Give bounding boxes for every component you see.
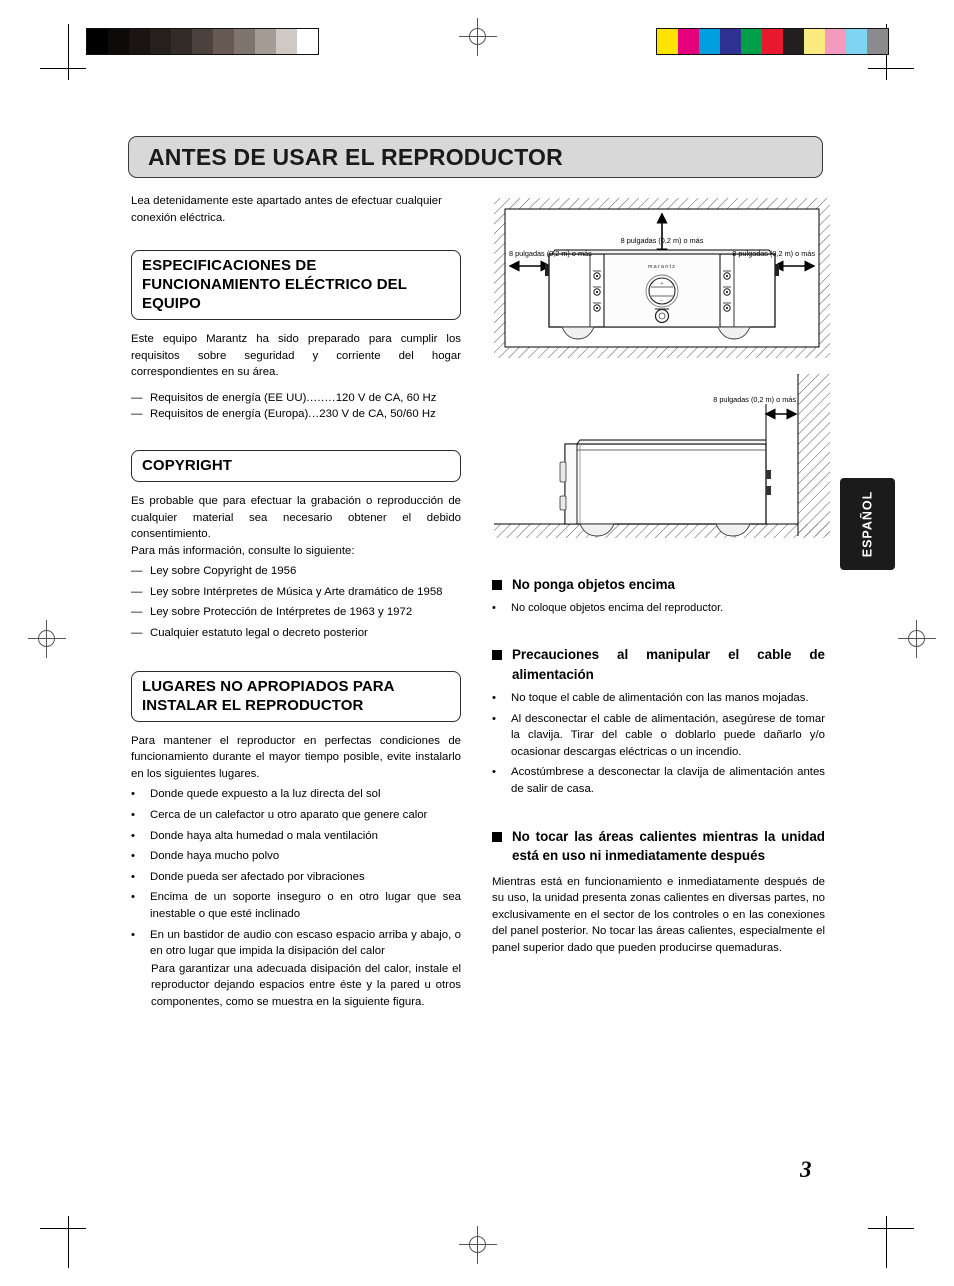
spec-label: Requisitos de energía (EE UU) — [150, 391, 307, 404]
spec-label: Requisitos de energía (Europa) — [150, 408, 309, 421]
dash-marker: — — [131, 565, 143, 578]
list-item: — Cualquier estatuto legal o decreto pos… — [131, 625, 461, 642]
clearance-label-top: 8 pulgadas (0,2 m) o más — [621, 236, 704, 245]
no-objects-list: • No coloque objetos encima del reproduc… — [492, 600, 825, 617]
section-heading-power-cable: Precauciones al manipular el cable de al… — [492, 645, 825, 684]
diagram-side-view: 8 pulgadas (0,2 m) o más — [494, 374, 830, 538]
placement-avoid-list: • Donde quede expuesto a la luz directa … — [131, 786, 461, 959]
dash-marker: — — [131, 627, 143, 640]
placement-heat-note: Para garantizar una adecuada disipación … — [151, 962, 461, 1008]
bullet-marker: • — [492, 601, 496, 614]
list-item: • Donde quede expuesto a la luz directa … — [131, 786, 461, 803]
section-heading-placement: LUGARES NO APROPIADOS PARA INSTALAR EL R… — [131, 670, 461, 722]
section-heading-label: Precauciones al manipular el cable de al… — [512, 647, 825, 682]
page-title-bar: ANTES DE USAR EL REPRODUCTOR — [128, 136, 823, 178]
bullet-marker: • — [131, 788, 135, 801]
document-page: ANTES DE USAR EL REPRODUCTOR Lea detenid… — [0, 0, 954, 1286]
list-item-label: Donde haya alta humedad o mala ventilaci… — [150, 829, 378, 842]
power-spec-list: — Requisitos de energía (EE UU) ........… — [131, 390, 461, 423]
list-item: • Al desconectar el cable de alimentació… — [492, 711, 825, 761]
intro-paragraph: Lea detenidamente este apartado antes de… — [131, 195, 442, 224]
bullet-marker: • — [131, 891, 135, 904]
bullet-marker: • — [131, 809, 135, 821]
page-title: ANTES DE USAR EL REPRODUCTOR — [148, 143, 563, 170]
list-item-label: Ley sobre Protección de Intérpretes de 1… — [150, 606, 413, 619]
section-heading-copyright: COPYRIGHT — [131, 449, 461, 482]
list-item: — Ley sobre Copyright de 1956 — [131, 563, 461, 580]
section-body-placement: Para mantener el reproductor en perfecta… — [131, 734, 461, 780]
list-item-label: Donde quede expuesto a la luz directa de… — [150, 788, 381, 801]
list-item-label: Al desconectar el cable de alimentación,… — [511, 712, 825, 758]
clearance-diagram: marantz + − 8 pulgadas (0,2 m) o más 8 p… — [492, 196, 832, 541]
dash-marker: — — [131, 391, 143, 404]
list-item: • Donde haya alta humedad o mala ventila… — [131, 828, 461, 845]
list-item: • Acostúmbrese a desconectar la clavija … — [492, 764, 825, 797]
list-item: — Ley sobre Protección de Intérpretes de… — [131, 604, 461, 621]
page-number: 3 — [800, 1157, 812, 1182]
square-bullet-icon — [492, 580, 502, 590]
section-body-copyright: Es probable que para efectuar la grabaci… — [131, 494, 461, 541]
list-item: • En un bastidor de audio con escaso esp… — [131, 927, 461, 960]
list-item-label: Encima de un soporte inseguro o en otro … — [150, 891, 461, 920]
list-item: • No coloque objetos encima del reproduc… — [492, 600, 825, 617]
power-cable-list: • No toque el cable de alimentación con … — [492, 690, 825, 798]
square-bullet-icon — [492, 650, 502, 661]
spec-row: — Requisitos de energía (Europa) ... 230… — [131, 406, 461, 423]
language-tab-label: ESPAÑOL — [860, 490, 875, 558]
language-tab-espanol: ESPAÑOL — [840, 478, 895, 570]
list-item-label: Ley sobre Copyright de 1956 — [150, 565, 297, 578]
clearance-label-right: 8 pulgadas (0,2 m) o más — [732, 249, 815, 258]
list-item-label: Acostúmbrese a desconectar la clavija de… — [511, 766, 825, 796]
list-item: • Encima de un soporte inseguro o en otr… — [131, 889, 461, 922]
spec-row: — Requisitos de energía (EE UU) ........… — [131, 390, 461, 407]
list-item-label: No toque el cable de alimentación con la… — [511, 692, 809, 705]
section-body-power-specs: Este equipo Marantz ha sido preparado pa… — [131, 333, 461, 379]
spec-leader: ... — [308, 408, 320, 421]
bullet-marker: • — [131, 829, 135, 842]
list-item-label: Cerca de un calefactor u otro aparato qu… — [150, 809, 428, 821]
list-item-label: Cualquier estatuto legal o decreto poste… — [150, 627, 368, 640]
bullet-marker: • — [492, 712, 496, 725]
bullet-marker: • — [131, 870, 135, 883]
spec-value: 120 V de CA, 60 Hz — [335, 391, 437, 404]
square-bullet-icon — [492, 831, 502, 842]
list-item-label: En un bastidor de audio con escaso espac… — [150, 928, 461, 958]
clearance-label-rear: 8 pulgadas (0,2 m) o más — [713, 395, 796, 404]
list-item-label: Ley sobre Intérpretes de Música y Arte d… — [150, 585, 443, 598]
section-heading-no-objects: No ponga objetos encima — [492, 575, 825, 595]
spec-value: 230 V de CA, 50/60 Hz — [319, 408, 436, 421]
svg-text:−: − — [661, 298, 664, 304]
list-item-label: No coloque objetos encima del reproducto… — [511, 601, 724, 614]
bullet-marker: • — [131, 850, 135, 863]
list-item: • Donde pueda ser afectado por vibracion… — [131, 869, 461, 886]
section-heading-power-specs: ESPECIFICACIONES DE FUNCIONAMIENTO ELÉCT… — [131, 250, 461, 320]
device-brand-label: marantz — [648, 264, 676, 270]
right-column: No ponga objetos encima • No coloque obj… — [492, 575, 825, 957]
list-item: • Cerca de un calefactor u otro aparato … — [131, 807, 461, 824]
left-column: Lea detenidamente este apartado antes de… — [131, 193, 461, 1011]
list-item: • No toque el cable de alimentación con … — [492, 690, 825, 707]
clearance-label-left: 8 pulgadas (0,2 m) o más — [509, 249, 592, 258]
section-heading-label: No tocar las áreas calientes mientras la… — [512, 828, 825, 864]
dash-marker: — — [131, 408, 143, 421]
list-item-label: Donde pueda ser afectado por vibraciones — [150, 870, 365, 883]
section-body-copyright-more: Para más información, consulte lo siguie… — [131, 544, 355, 557]
bullet-marker: • — [492, 766, 496, 779]
copyright-law-list: — Ley sobre Copyright de 1956 — Ley sobr… — [131, 563, 461, 641]
section-heading-hot-areas: No tocar las áreas calientes mientras la… — [492, 827, 825, 866]
dash-marker: — — [131, 606, 143, 619]
svg-text:+: + — [661, 281, 664, 287]
list-item: • Donde haya mucho polvo — [131, 848, 461, 865]
list-item-label: Donde haya mucho polvo — [150, 850, 280, 863]
dash-marker: — — [131, 585, 143, 598]
bullet-marker: • — [492, 692, 496, 705]
section-heading-label: No ponga objetos encima — [512, 577, 675, 592]
list-item: — Ley sobre Intérpretes de Música y Arte… — [131, 584, 461, 601]
diagram-front-view: marantz + − 8 pulgadas (0,2 m) o más 8 p… — [494, 198, 830, 358]
spec-leader: ........ — [306, 391, 336, 404]
bullet-marker: • — [131, 928, 135, 941]
section-body-hot-areas: Mientras está en funcionamiento e inmedi… — [492, 875, 825, 955]
